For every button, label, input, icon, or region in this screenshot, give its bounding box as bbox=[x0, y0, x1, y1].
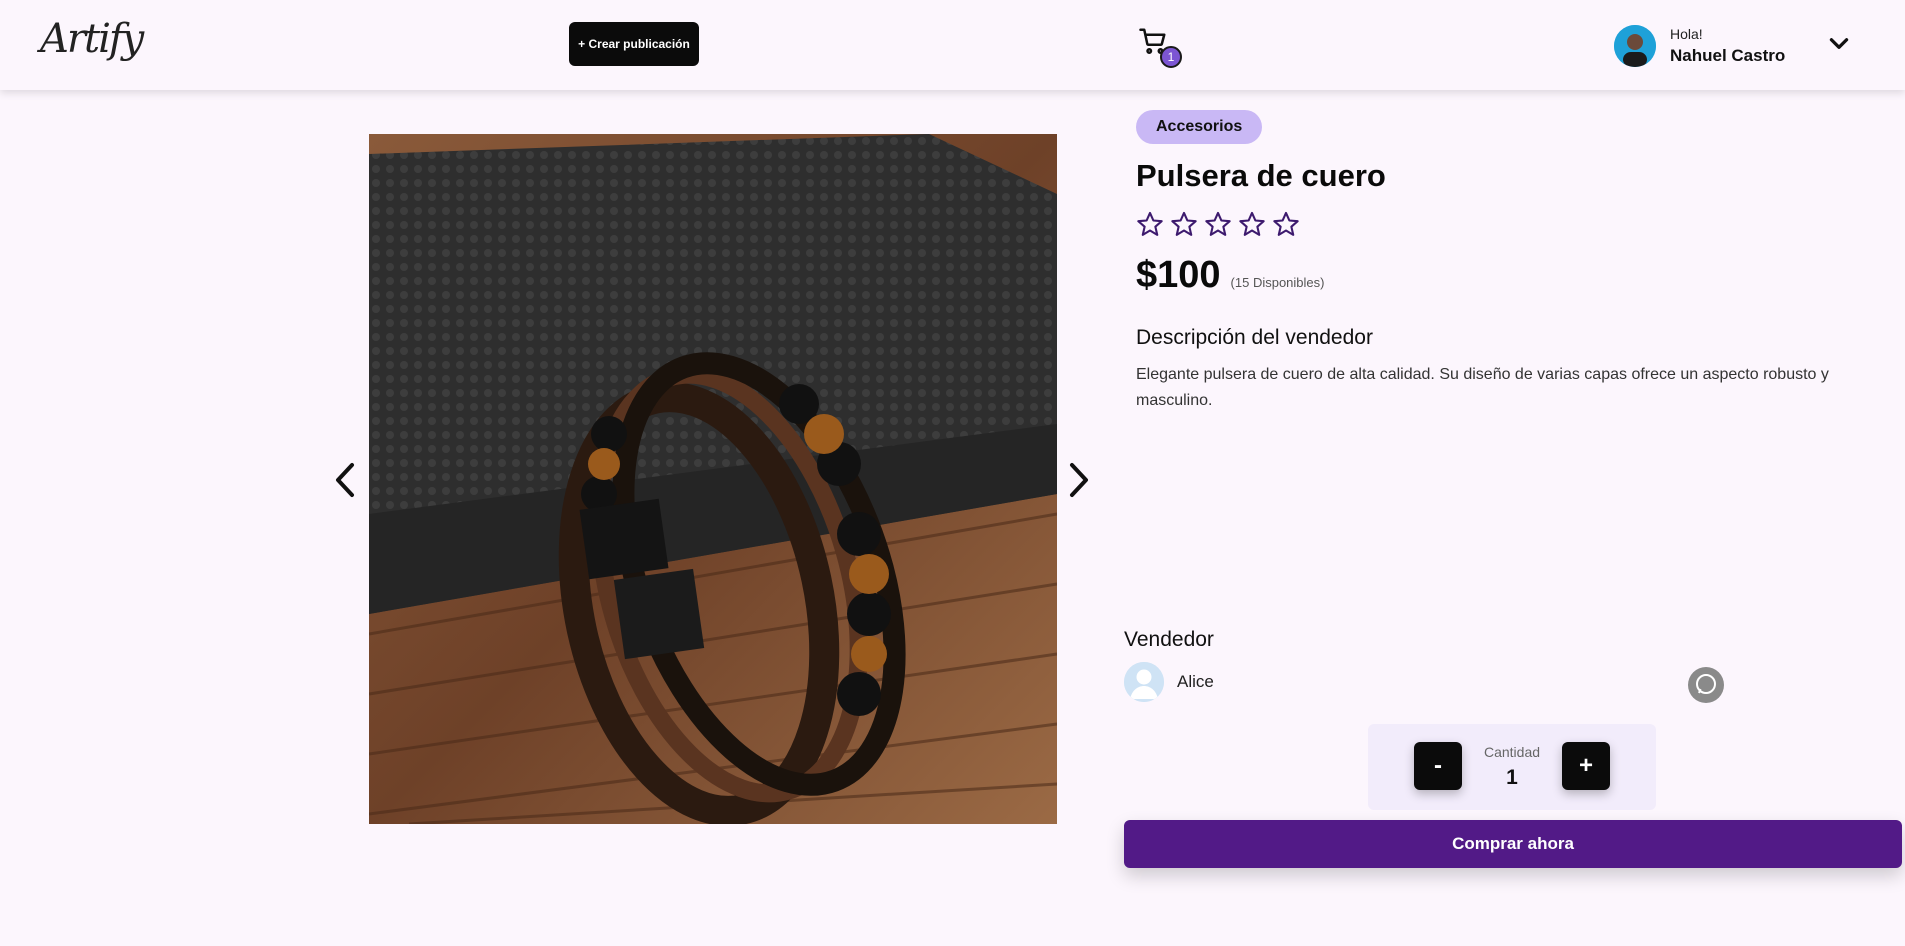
user-name: Nahuel Castro bbox=[1670, 46, 1786, 65]
seller-avatar bbox=[1124, 662, 1164, 702]
quantity-label: Cantidad bbox=[1483, 744, 1541, 760]
top-navbar: Artify + Crear publicación 1 Hola! Nahue… bbox=[0, 0, 1905, 90]
star-icon[interactable] bbox=[1272, 210, 1300, 238]
chevron-down-icon[interactable] bbox=[1826, 30, 1852, 56]
quantity-value: 1 bbox=[1506, 766, 1518, 789]
product-image bbox=[369, 134, 1057, 824]
create-post-button[interactable]: + Crear publicación bbox=[569, 22, 699, 66]
app-logo[interactable]: Artify bbox=[40, 16, 144, 62]
greeting-text: Hola! bbox=[1670, 26, 1703, 42]
product-title: Pulsera de cuero bbox=[1136, 158, 1386, 193]
seller-profile-link[interactable]: Alice bbox=[1124, 662, 1214, 702]
product-price: $100 bbox=[1136, 254, 1221, 296]
star-icon[interactable] bbox=[1136, 210, 1164, 238]
seller-heading: Vendedor bbox=[1124, 628, 1214, 651]
user-avatar bbox=[1614, 25, 1656, 67]
decrease-quantity-button[interactable]: - bbox=[1414, 742, 1462, 790]
rating-stars[interactable] bbox=[1136, 210, 1300, 238]
previous-image-arrow-icon[interactable] bbox=[330, 455, 362, 505]
description-heading: Descripción del vendedor bbox=[1136, 326, 1373, 349]
user-menu[interactable]: Hola! Nahuel Castro bbox=[1614, 22, 1785, 70]
category-tag[interactable]: Accesorios bbox=[1136, 110, 1263, 144]
cart-count-badge: 1 bbox=[1160, 46, 1182, 68]
stock-count: (15 Disponibles) bbox=[1230, 275, 1325, 290]
star-icon[interactable] bbox=[1204, 210, 1232, 238]
star-icon[interactable] bbox=[1238, 210, 1266, 238]
quantity-selector: - Cantidad 1 + bbox=[1368, 724, 1656, 810]
star-icon[interactable] bbox=[1170, 210, 1198, 238]
next-image-arrow-icon[interactable] bbox=[1062, 455, 1094, 505]
increase-quantity-button[interactable]: + bbox=[1562, 742, 1610, 790]
product-description: Elegante pulsera de cuero de alta calida… bbox=[1136, 366, 1829, 409]
whatsapp-icon[interactable] bbox=[1688, 667, 1724, 703]
seller-name: Alice bbox=[1177, 672, 1214, 691]
cart-button[interactable]: 1 bbox=[1138, 26, 1184, 70]
buy-now-button[interactable]: Comprar ahora bbox=[1124, 820, 1902, 868]
